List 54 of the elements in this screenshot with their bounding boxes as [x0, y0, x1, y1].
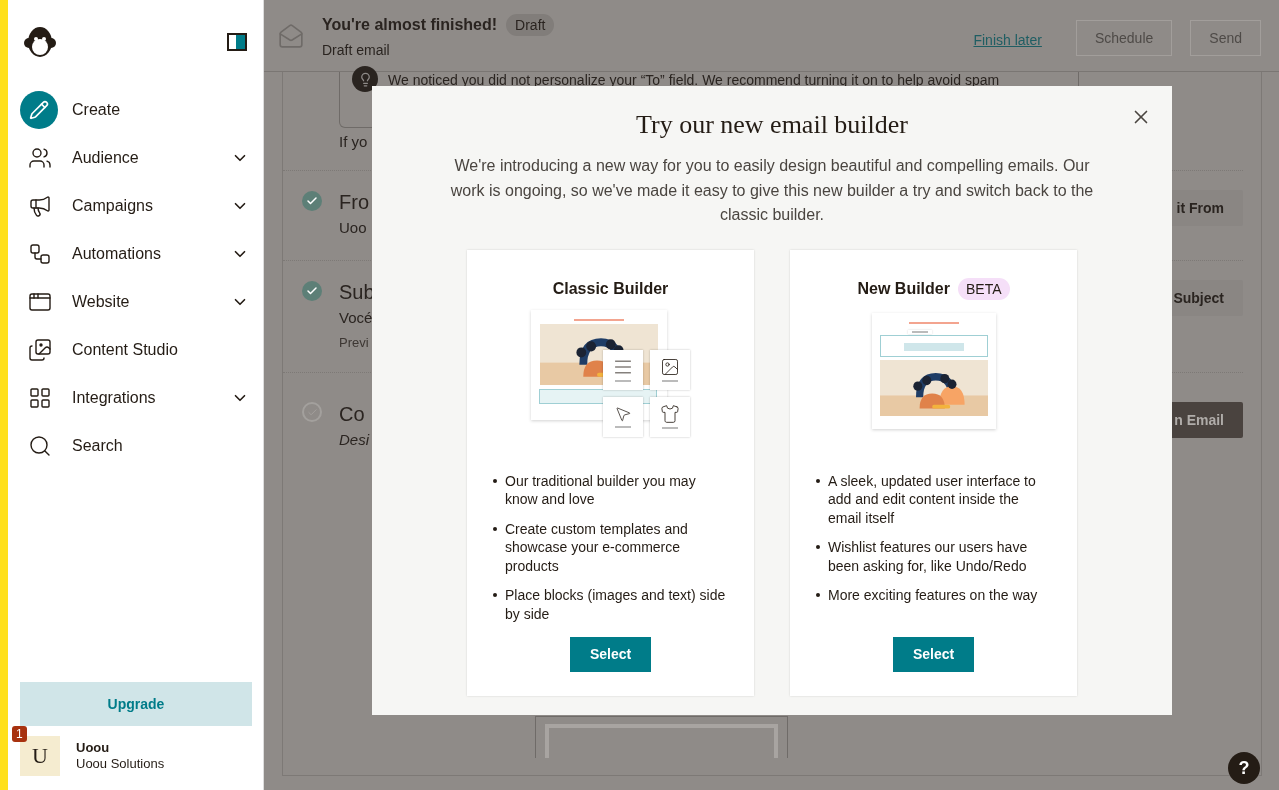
bullet-icon — [816, 478, 820, 483]
feature-text: Our traditional builder you may know and love — [505, 471, 697, 509]
images-icon — [28, 338, 52, 362]
feature-text: More exciting features on the way — [828, 586, 1038, 605]
pencil-icon — [20, 91, 58, 129]
nav-item[interactable]: Website — [20, 278, 251, 326]
feature-text: Place blocks (images and text) side by side — [505, 586, 727, 623]
feature-text: A sleek, updated user interface to add and edit content inside the email itself — [828, 471, 1037, 527]
bullet-icon — [493, 478, 497, 483]
people-icon — [28, 146, 52, 170]
feature-text: Create custom templates and showcase your e-commerce products — [505, 519, 689, 575]
browser-window-icon — [28, 290, 52, 314]
nav-item[interactable]: Campaigns — [20, 182, 251, 230]
help-button[interactable]: ? — [1228, 752, 1260, 784]
select-button[interactable]: Select — [570, 636, 651, 672]
search-icon — [28, 434, 52, 458]
dialog-title: Try our new email builder — [636, 110, 908, 140]
feature-text: Wishlist features our users have been asking for, like Undo/Redo — [828, 538, 1029, 575]
dialog-description: We're introducing a new way for you to easily design beautiful and compelling emails. Our work is ongoing, so we've made it easy to give this new builder a try and switch back to the classic builder. — [449, 156, 1095, 225]
nav-item[interactable]: Search — [20, 422, 251, 470]
megaphone-icon — [28, 194, 52, 218]
nav-item[interactable]: Automations — [20, 230, 251, 278]
select-button[interactable]: Select — [893, 636, 974, 672]
bullet-icon — [493, 593, 497, 597]
bullet-icon — [816, 545, 820, 549]
nav-item[interactable]: Integrations — [20, 374, 251, 422]
mail-icon — [278, 22, 304, 49]
page-subtitle: Draft email — [322, 41, 391, 58]
nav-item[interactable]: Audience — [20, 134, 251, 182]
bullet-icon — [493, 526, 497, 531]
nav-item[interactable]: Create — [20, 86, 251, 134]
notice-followup: If yo — [339, 133, 369, 150]
step-title: Co — [339, 403, 366, 426]
lightbulb-icon — [352, 66, 378, 92]
beta-badge: BETA — [957, 277, 1010, 300]
step-note: Previ — [339, 335, 370, 350]
step-detail: Uoo — [339, 219, 368, 236]
status-badge: Draft — [506, 13, 555, 36]
account-name: Uoou — [76, 740, 111, 756]
nav-item[interactable]: Content Studio — [20, 326, 251, 374]
workflow-icon — [28, 242, 52, 266]
card-title: New Builder — [857, 279, 950, 298]
bullet-icon — [816, 593, 820, 597]
notification-badge: 1 — [12, 726, 27, 742]
sidebar-toggle-icon[interactable] — [227, 33, 247, 51]
step-detail: Desi — [339, 431, 369, 448]
grid-icon — [28, 386, 52, 410]
upgrade-button[interactable]: Upgrade — [20, 682, 252, 726]
account-avatar[interactable]: U — [20, 736, 60, 776]
step-detail: Vocé — [339, 309, 374, 326]
card-title: Classic Builder — [552, 279, 669, 298]
page-title: You're almost finished! — [322, 15, 498, 34]
account-org: Uoou Solutions — [76, 756, 165, 772]
step-title: Fro — [339, 191, 369, 214]
